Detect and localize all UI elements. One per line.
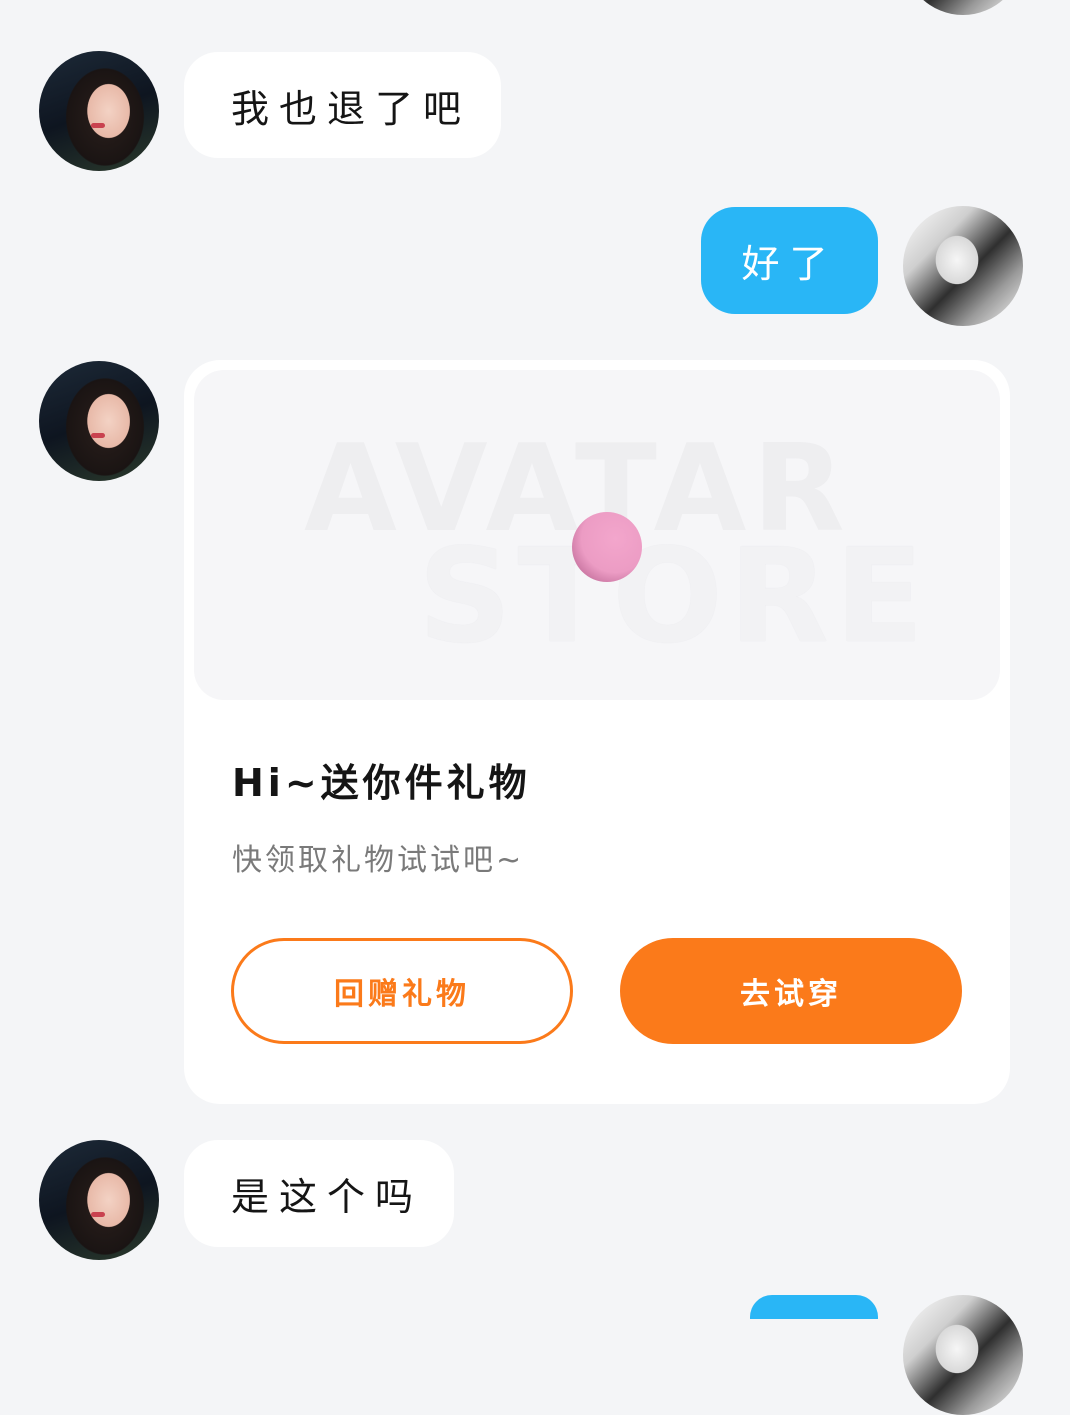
self-avatar[interactable] [903,206,1023,326]
contact-avatar[interactable] [39,51,159,171]
gift-card-title: Hi~送你件礼物 [232,761,531,805]
self-avatar-partial-top[interactable] [903,0,1023,15]
gift-card-subtitle: 快领取礼物试试吧~ [232,843,525,878]
button-label: 去试穿 [740,977,842,1012]
loading-orb-icon [572,512,642,582]
gift-preview-image[interactable]: AVATAR STORE [194,370,1000,700]
outgoing-bubble-partial-bottom[interactable] [750,1295,878,1319]
watermark-text: STORE [418,520,930,672]
incoming-message-bubble[interactable]: 是这个吗 [184,1140,454,1247]
contact-avatar[interactable] [39,1140,159,1260]
contact-avatar[interactable] [39,361,159,481]
outgoing-message-bubble[interactable]: 好了 [701,207,878,314]
message-text: 我也退了吧 [231,86,472,131]
message-text: 是这个吗 [231,1175,424,1219]
self-avatar-partial-bottom[interactable] [903,1295,1023,1415]
incoming-message-bubble[interactable]: 我也退了吧 [184,52,501,158]
button-label: 回赠礼物 [334,977,470,1012]
return-gift-button[interactable]: 回赠礼物 [231,938,573,1044]
message-text: 好了 [741,242,838,286]
gift-card[interactable]: AVATAR STORE Hi~送你件礼物 快领取礼物试试吧~ 回赠礼物 去试穿 [184,360,1010,1104]
try-on-button[interactable]: 去试穿 [620,938,962,1044]
